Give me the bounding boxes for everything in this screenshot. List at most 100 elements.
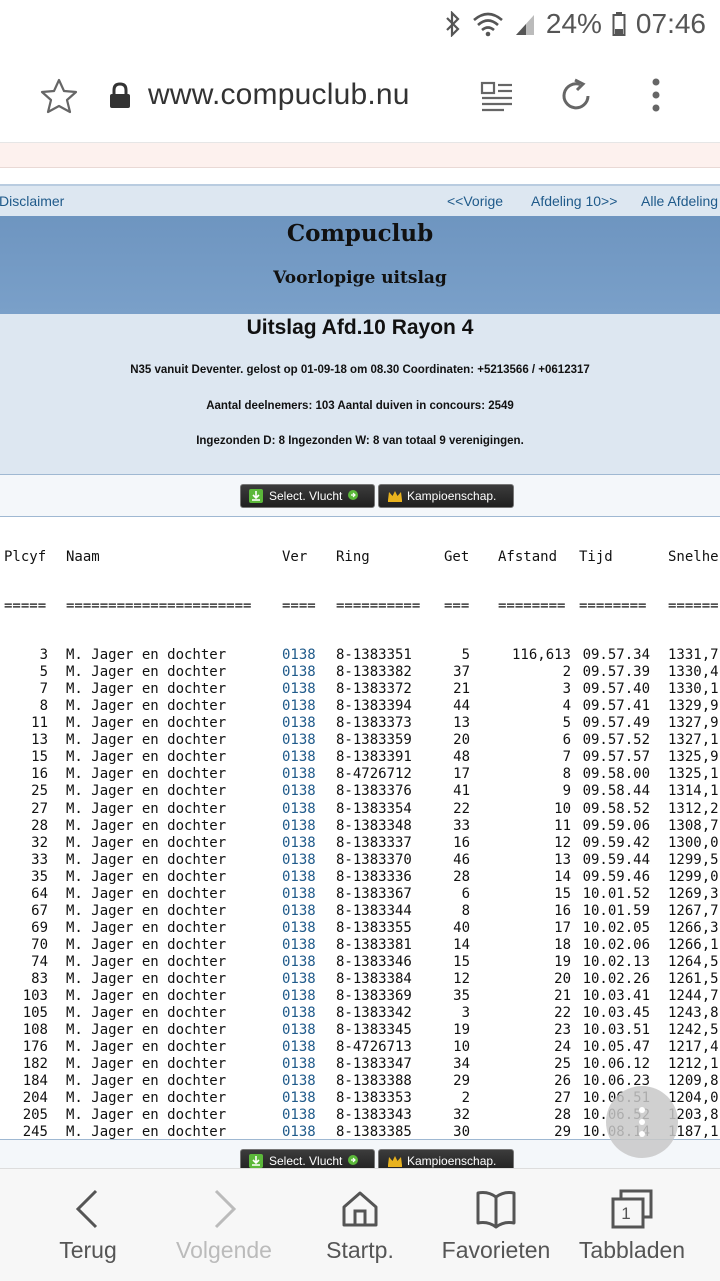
cell-ring: 8-1383353 <box>336 1090 412 1107</box>
cell-snelheid: 1209,8 <box>668 1073 719 1090</box>
cell-ver[interactable]: 0138 <box>282 954 316 971</box>
back-label: Terug <box>59 1237 117 1263</box>
cell-plcyf: 25 <box>31 783 48 800</box>
home-button[interactable]: Startp. <box>290 1169 430 1281</box>
cell-ver[interactable]: 0138 <box>282 988 316 1005</box>
cell-naam: M. Jager en dochter <box>66 936 227 953</box>
cell-afstand: 19 <box>554 953 571 970</box>
cell-naam: M. Jager en dochter <box>66 919 227 936</box>
cell-get: 46 <box>453 851 470 868</box>
site-banner: Compuclub Voorlopige uitslag <box>0 216 720 314</box>
cell-ring: 8-1383348 <box>336 817 412 834</box>
cell-ver[interactable]: 0138 <box>282 783 316 800</box>
cell-ver[interactable]: 0138 <box>282 766 316 783</box>
cell-ver[interactable]: 0138 <box>282 1022 316 1039</box>
column-header-tijd: Tijd <box>579 549 613 565</box>
cell-ver[interactable]: 0138 <box>282 971 316 988</box>
chevron-left-icon <box>75 1189 98 1229</box>
cell-plcyf: 33 <box>31 851 48 868</box>
cell-ver[interactable]: 0138 <box>282 903 316 920</box>
cell-ver[interactable]: 0138 <box>282 835 316 852</box>
cell-ver[interactable]: 0138 <box>282 801 316 818</box>
cell-get: 48 <box>453 749 470 766</box>
cell-ring: 8-1383344 <box>336 902 412 919</box>
back-button[interactable]: Terug <box>18 1169 158 1281</box>
cell-ring: 8-1383376 <box>336 783 412 800</box>
disclaimer-link[interactable]: Disclaimer <box>0 193 64 209</box>
cell-plcyf: 67 <box>31 902 48 919</box>
cell-ver[interactable]: 0138 <box>282 715 316 732</box>
table-row: 13 M. Jager en dochter 0138 8-1383359 20 6 09.… <box>0 732 720 749</box>
status-bar: 24% 07:46 <box>0 0 720 50</box>
more-options-icon[interactable] <box>646 76 666 121</box>
cell-ver[interactable]: 0138 <box>282 749 316 766</box>
cell-naam: M. Jager en dochter <box>66 698 227 715</box>
select-flight-button-bottom[interactable]: Select. Vlucht <box>240 1149 375 1169</box>
cell-ver[interactable]: 0138 <box>282 1056 316 1073</box>
table-row: 83 M. Jager en dochter 0138 8-1383384 12 20 10… <box>0 971 720 988</box>
bookmarks-button[interactable]: Favorieten <box>426 1169 566 1281</box>
cell-plcyf: 74 <box>31 953 48 970</box>
cell-plcyf: 28 <box>31 817 48 834</box>
forward-button[interactable]: Volgende <box>154 1169 294 1281</box>
cell-ver[interactable]: 0138 <box>282 647 316 664</box>
table-row: 5 M. Jager en dochter 0138 8-1383382 37 2 09.5… <box>0 664 720 681</box>
cell-ver[interactable]: 0138 <box>282 732 316 749</box>
cell-ver[interactable]: 0138 <box>282 852 316 869</box>
table-row: 182 M. Jager en dochter 0138 8-1383347 34 25 1… <box>0 1056 720 1073</box>
bookmark-star-icon[interactable] <box>40 78 78 119</box>
cell-afstand: 14 <box>554 868 571 885</box>
cell-get: 19 <box>453 1022 470 1039</box>
cell-snelheid: 1330,4 <box>668 664 719 681</box>
cell-ver[interactable]: 0138 <box>282 698 316 715</box>
select-flight-label: Select. Vlucht <box>269 489 343 503</box>
cell-ver[interactable]: 0138 <box>282 818 316 835</box>
tabs-button[interactable]: 1 Tabbladen <box>562 1169 702 1281</box>
cell-snelheid: 1300,0 <box>668 834 719 851</box>
table-row: 25 M. Jager en dochter 0138 8-1383376 41 9 09.… <box>0 783 720 800</box>
prev-link[interactable]: <<Vorige <box>447 193 503 209</box>
cell-ring: 8-1383382 <box>336 664 412 681</box>
reader-mode-icon[interactable] <box>480 80 514 119</box>
cell-ver[interactable]: 0138 <box>282 869 316 886</box>
cell-ring: 8-1383394 <box>336 698 412 715</box>
cell-afstand: 2 <box>562 664 571 681</box>
cell-ver[interactable]: 0138 <box>282 937 316 954</box>
wifi-icon <box>472 11 504 37</box>
cell-ver[interactable]: 0138 <box>282 664 316 681</box>
floating-menu-button[interactable] <box>606 1086 678 1158</box>
cell-naam: M. Jager en dochter <box>66 1039 227 1056</box>
cell-ver[interactable]: 0138 <box>282 1005 316 1022</box>
cell-snelheid: 1327,1 <box>668 732 719 749</box>
cell-ver[interactable]: 0138 <box>282 1107 316 1124</box>
cell-ver[interactable]: 0138 <box>282 920 316 937</box>
cell-ver[interactable]: 0138 <box>282 681 316 698</box>
cell-afstand: 28 <box>554 1107 571 1124</box>
results-table: Plcyf Naam Ver Ring Get Afstand Tijd Snelhe ===… <box>0 516 720 1140</box>
cell-plcyf: 108 <box>22 1022 48 1039</box>
cell-ring: 8-1383337 <box>336 834 412 851</box>
next-division-link[interactable]: Afdeling 10>> <box>531 193 617 209</box>
table-row: 184 M. Jager en dochter 0138 8-1383388 29 26 1… <box>0 1073 720 1090</box>
reload-icon[interactable] <box>556 76 596 121</box>
championship-button-bottom[interactable]: Kampioenschap. <box>378 1149 514 1169</box>
cell-ring: 8-1383391 <box>336 749 412 766</box>
cell-snelheid: 1261,5 <box>668 970 719 987</box>
url-field[interactable]: www.compuclub.nu <box>148 78 410 112</box>
all-divisions-link[interactable]: Alle Afdeling <box>641 193 718 209</box>
select-flight-button[interactable]: Select. Vlucht <box>240 484 375 508</box>
cell-ver[interactable]: 0138 <box>282 1090 316 1107</box>
cell-afstand: 27 <box>554 1090 571 1107</box>
cell-ring: 8-1383342 <box>336 1005 412 1022</box>
cell-get: 8 <box>461 902 470 919</box>
cell-afstand: 4 <box>562 698 571 715</box>
cell-tijd: 09.57.52 <box>582 732 650 749</box>
cell-ver[interactable]: 0138 <box>282 1124 316 1139</box>
cell-tijd: 09.59.06 <box>582 817 650 834</box>
cell-ring: 8-1383345 <box>336 1022 412 1039</box>
cell-ver[interactable]: 0138 <box>282 886 316 903</box>
cell-naam: M. Jager en dochter <box>66 988 227 1005</box>
championship-button[interactable]: Kampioenschap. <box>378 484 514 508</box>
cell-ver[interactable]: 0138 <box>282 1039 316 1056</box>
cell-ver[interactable]: 0138 <box>282 1073 316 1090</box>
